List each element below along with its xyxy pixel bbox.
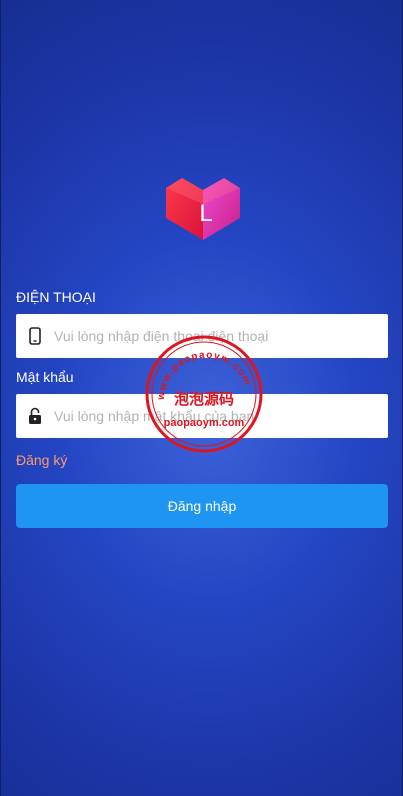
logo-letter: L bbox=[199, 200, 212, 227]
password-label: Mật khẩu bbox=[16, 369, 74, 385]
app-logo: L bbox=[164, 174, 242, 242]
phone-label: ĐIỆN THOẠI bbox=[16, 289, 96, 305]
password-input[interactable] bbox=[54, 396, 374, 436]
phone-icon bbox=[16, 314, 54, 358]
password-field[interactable] bbox=[16, 394, 388, 438]
lock-icon bbox=[16, 394, 54, 438]
login-button[interactable]: Đăng nhập bbox=[16, 484, 388, 528]
phone-field[interactable] bbox=[16, 314, 388, 358]
register-link[interactable]: Đăng ký bbox=[16, 452, 67, 468]
phone-input[interactable] bbox=[54, 316, 374, 356]
